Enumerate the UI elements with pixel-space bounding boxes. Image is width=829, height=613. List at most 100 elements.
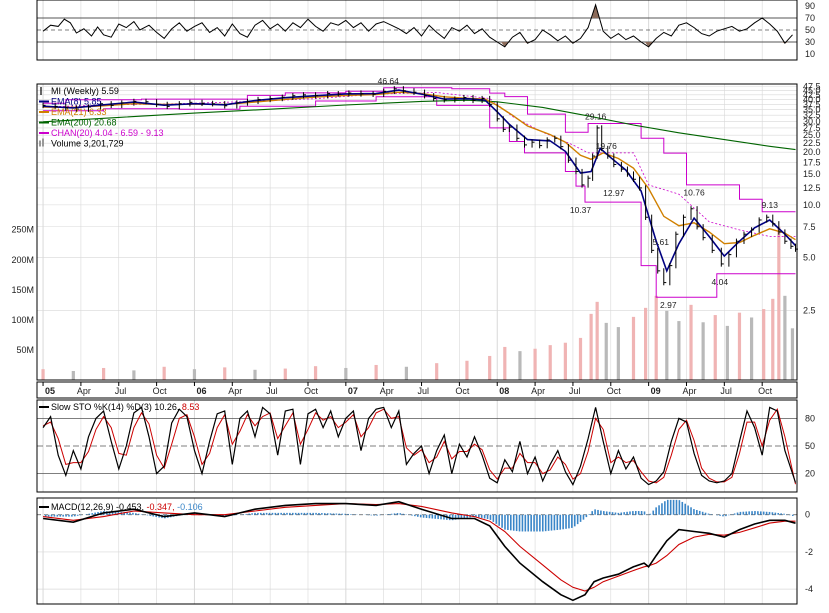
macd-histogram-bar: [562, 515, 564, 530]
volume-bar: [72, 371, 75, 380]
rsi-panel: 9070503010: [37, 0, 815, 60]
price-tick-label: 10.0: [803, 200, 821, 210]
macd-histogram-bar: [62, 515, 64, 517]
macd-histogram-bar: [716, 515, 718, 516]
macd-histogram-bar: [251, 513, 253, 515]
macd-histogram-bar: [635, 511, 637, 515]
volume-bar: [777, 227, 780, 380]
volume-bar: [791, 328, 794, 380]
macd-histogram-bar: [609, 512, 611, 515]
macd-histogram-bar: [699, 511, 701, 515]
macd-histogram-bar: [559, 515, 561, 530]
macd-histogram-bar: [481, 515, 483, 518]
macd-histogram-bar: [307, 513, 309, 515]
macd-histogram-bar: [504, 515, 506, 530]
macd-histogram-bar: [411, 515, 413, 516]
macd-histogram-bar: [138, 514, 140, 515]
macd-histogram-bar: [530, 515, 532, 532]
macd-histogram-bar: [77, 515, 79, 516]
macd-tick-label: 0: [805, 510, 810, 520]
macd-histogram-bar: [48, 515, 50, 517]
volume-bar: [750, 317, 753, 380]
volume-bar: [314, 366, 317, 380]
time-axis-label: Apr: [380, 386, 394, 396]
macd-histogram-bar: [423, 515, 425, 518]
macd-tick-label: -2: [805, 547, 813, 557]
macd-histogram-bar: [533, 515, 535, 532]
macd-histogram-bar: [501, 515, 503, 528]
price-annotation: 10.76: [683, 187, 705, 197]
macd-histogram-bar: [574, 515, 576, 527]
macd-histogram-bar: [673, 500, 675, 515]
macd-histogram-bar: [57, 515, 59, 517]
volume-bar: [518, 351, 521, 380]
stochastic-tick-label: 50: [805, 441, 815, 451]
time-axis-label: Jul: [115, 386, 127, 396]
macd-histogram-bar: [498, 515, 500, 526]
macd-histogram-bar: [493, 515, 495, 522]
macd-histogram-bar: [516, 515, 518, 531]
macd-histogram-bar: [257, 513, 259, 515]
macd-histogram-bar: [705, 513, 707, 515]
macd-histogram-bar: [670, 500, 672, 515]
stock-chart: 907050301047.545.042.540.037.535.032.530…: [0, 0, 829, 608]
macd-histogram-bar: [629, 511, 631, 514]
macd-histogram-bar: [745, 512, 747, 515]
volume-bar: [503, 347, 506, 380]
macd-histogram-bar: [792, 515, 794, 516]
time-axis-label: 09: [651, 386, 661, 396]
volume-bar: [253, 370, 256, 380]
price-tick-label: 2.5: [803, 305, 816, 315]
rsi-tick-label: 90: [805, 1, 815, 11]
macd-histogram-bar: [400, 513, 402, 515]
macd-histogram-bar: [272, 513, 274, 515]
volume-bar: [579, 338, 582, 380]
volume-bar: [549, 345, 552, 380]
volume-bar: [488, 356, 491, 380]
macd-histogram-bar: [661, 503, 663, 514]
price-annotation: 9.13: [761, 200, 778, 210]
time-axis-label: 06: [196, 386, 206, 396]
time-axis-label: Jul: [720, 386, 732, 396]
macd-histogram-bar: [722, 515, 724, 517]
macd-histogram-bar: [414, 515, 416, 516]
macd-histogram-bar: [487, 515, 489, 519]
volume-bar: [435, 363, 438, 380]
time-axis-label: Oct: [607, 386, 622, 396]
macd-histogram-bar: [275, 513, 277, 515]
macd-histogram-bar: [318, 513, 320, 515]
macd-histogram-bar: [664, 501, 666, 515]
macd-histogram-bar: [490, 515, 492, 520]
macd-histogram-bar: [760, 511, 762, 514]
volume-bar: [193, 369, 196, 380]
macd-histogram-bar: [429, 515, 431, 519]
macd-histogram-bar: [350, 514, 352, 515]
macd-histogram-bar: [283, 513, 285, 515]
macd-histogram-bar: [245, 514, 247, 515]
volume-bar: [771, 299, 774, 380]
price-annotation: 2.97: [660, 300, 677, 310]
price-tick-label: 15.0: [803, 169, 821, 179]
macd-histogram-bar: [618, 513, 620, 515]
price-annotation: 19.76: [596, 141, 618, 151]
macd-histogram-bar: [655, 507, 657, 514]
macd-histogram-bar: [757, 511, 759, 515]
macd-histogram-bar: [370, 515, 372, 516]
macd-histogram-bar: [304, 513, 306, 515]
macd-histogram-bar: [388, 514, 390, 515]
macd-histogram-bar: [740, 512, 742, 515]
macd-panel: 0-2-4MACD(12,26,9) -0.453, -0.347, -0.10…: [37, 498, 813, 604]
macd-histogram-bar: [330, 513, 332, 514]
volume-bar: [738, 313, 741, 380]
macd-histogram-bar: [783, 514, 785, 515]
volume-bar: [665, 311, 668, 380]
volume-tick-label: 100M: [11, 315, 34, 325]
macd-histogram-bar: [417, 515, 419, 517]
macd-histogram-bar: [780, 513, 782, 514]
macd-histogram-bar: [74, 515, 76, 517]
volume-bar: [344, 368, 347, 380]
volume-bar: [533, 349, 536, 380]
macd-histogram-bar: [667, 500, 669, 515]
volume-bar: [632, 317, 635, 380]
time-axis-label: 08: [499, 386, 509, 396]
